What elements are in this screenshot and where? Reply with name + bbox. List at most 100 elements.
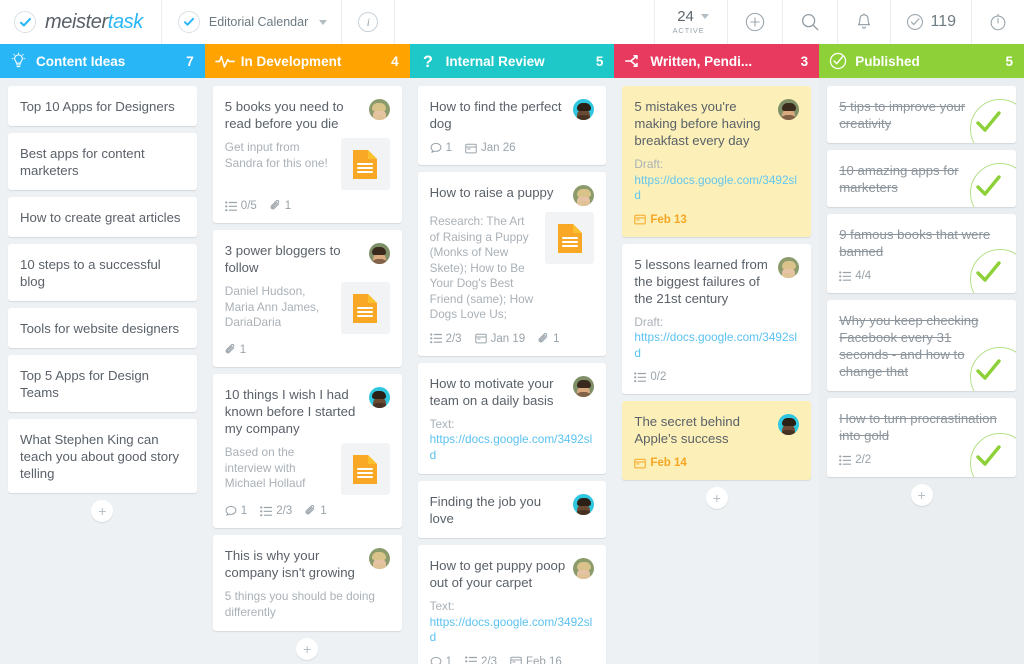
card-badge-text: Jan 26 [481, 142, 516, 154]
project-selector[interactable]: Editorial Calendar [162, 0, 343, 44]
card-title: Finding the job you love [429, 494, 542, 526]
column-header-content-ideas[interactable]: Content Ideas 7 [0, 44, 205, 78]
card-title: Best apps for content marketers [20, 146, 145, 178]
app-logo[interactable]: meistertask [0, 0, 162, 44]
task-card[interactable]: Why you keep checking Facebook every 31 … [827, 300, 1016, 391]
branch-icon [625, 55, 639, 67]
card-description-link[interactable]: https://docs.google.com/3492sld [430, 615, 595, 646]
avatar[interactable] [573, 99, 595, 120]
active-chevron-down-icon[interactable] [700, 14, 709, 20]
checklist-icon [260, 505, 273, 516]
task-card[interactable]: How to create great articles [8, 197, 197, 237]
board-column: Published 5 5 tips to improve your creativ… [819, 44, 1024, 664]
check-circle-icon [906, 13, 924, 31]
attachment-thumbnail[interactable] [340, 138, 390, 190]
avatar[interactable] [573, 558, 595, 579]
card-badge-attachment: 1 [270, 200, 291, 212]
attachment-thumbnail[interactable] [545, 212, 595, 264]
avatar[interactable] [778, 414, 800, 435]
card-description: Research: The Art of Raising a Puppy (Mo… [429, 214, 534, 321]
time-tracking-button[interactable] [972, 0, 1024, 44]
task-card[interactable]: 5 mistakes you're making before having b… [622, 86, 812, 237]
task-card[interactable]: How to get puppy poop out of your carpet… [417, 545, 607, 664]
add-card-button[interactable]: + [910, 484, 933, 506]
task-card[interactable]: 10 things I wish I had known before I st… [212, 374, 402, 528]
card-description-link[interactable]: https://docs.google.com/3492sld [430, 432, 595, 463]
card-title: How to find the perfect dog [429, 99, 562, 131]
chevron-down-icon[interactable] [319, 19, 328, 25]
avatar[interactable] [368, 387, 390, 408]
avatar[interactable] [368, 99, 390, 120]
task-card[interactable]: How to find the perfect dog 1 Jan 26 [417, 86, 607, 165]
card-badge-attachment: 1 [305, 505, 327, 517]
card-badge-text: 4/4 [855, 270, 872, 282]
column-header-internal-review[interactable]: ? Internal Review 5 [409, 44, 615, 78]
attachment-icon [305, 505, 315, 515]
board-column: Written, Pendi... 3 5 mistakes you're maki… [614, 44, 820, 664]
task-card[interactable]: 5 books you need to read before you die G… [212, 86, 402, 223]
card-badge-text: 0/2 [650, 371, 667, 383]
attachment-thumbnail[interactable] [340, 443, 390, 495]
task-card[interactable]: This is why your company isn't growing 5 … [212, 535, 402, 631]
task-card[interactable]: The secret behind Apple's success Feb 14 [622, 401, 812, 480]
card-title: How to create great articles [20, 210, 181, 225]
column-card-list: How to find the perfect dog 1 Jan 26 How t… [409, 78, 615, 664]
task-card[interactable]: 5 lessons learned from the biggest failu… [622, 243, 812, 394]
card-title: How to get puppy poop out of your carpet [429, 558, 566, 590]
column-header-written-pendi[interactable]: Written, Pendi... 3 [614, 44, 820, 78]
avatar[interactable] [778, 99, 800, 120]
card-badge-text: 1 [284, 200, 292, 212]
task-card[interactable]: What Stephen King can teach you about go… [8, 419, 197, 493]
active-label: ACTIVE [672, 26, 705, 36]
column-header-in-development[interactable]: In Development 4 [204, 44, 410, 78]
avatar[interactable] [368, 548, 390, 569]
task-card[interactable]: Tools for website designers [8, 308, 197, 348]
brand-part1: meister [45, 10, 108, 33]
add-card-button[interactable]: + [296, 638, 319, 660]
card-badge-comment: 1 [225, 505, 247, 517]
task-card[interactable]: 3 power bloggers to follow Daniel Hudson,… [212, 230, 402, 367]
avatar[interactable] [368, 243, 390, 264]
comment-icon [430, 656, 441, 664]
done-check-icon [976, 359, 1001, 380]
card-title: This is why your company isn't growing [224, 548, 355, 580]
comment-icon [430, 142, 441, 153]
active-tasks-indicator[interactable]: 24 ACTIVE [655, 0, 729, 44]
task-card[interactable]: 5 tips to improve your creativity [827, 86, 1016, 143]
logo-check-icon [14, 11, 36, 33]
timer-icon [989, 12, 1007, 32]
add-button[interactable] [728, 0, 784, 44]
task-card[interactable]: How to motivate your team on a daily bas… [417, 362, 607, 474]
task-card[interactable]: 10 steps to a successful blog [8, 244, 197, 301]
search-button[interactable] [783, 0, 839, 44]
checklist-icon [465, 656, 477, 663]
card-description: Based on the interview with Michael Holl… [224, 445, 306, 490]
avatar[interactable] [778, 256, 800, 278]
card-description-link[interactable]: https://docs.google.com/3492sld [634, 330, 799, 361]
task-card[interactable]: How to raise a puppy Research: The Art of… [417, 172, 607, 356]
question-mark-icon: ? [420, 52, 442, 70]
task-card[interactable]: 10 amazing apps for marketers [827, 150, 1016, 207]
card-badge-checklist: 2/3 [465, 656, 497, 664]
completed-tasks-indicator[interactable]: 119 [891, 0, 972, 44]
card-description-link[interactable]: https://docs.google.com/3492sld [634, 173, 799, 204]
task-card[interactable]: 9 famous books that were banned 4/4 [827, 214, 1016, 293]
attachment-icon [270, 200, 280, 210]
avatar[interactable] [573, 494, 595, 515]
task-card[interactable]: How to turn procrastination into gold 2/… [827, 398, 1016, 477]
task-card[interactable]: Best apps for content marketers [8, 133, 197, 190]
add-card-button[interactable]: + [91, 500, 114, 522]
column-header-published[interactable]: Published 5 [819, 44, 1024, 78]
avatar[interactable] [573, 185, 595, 206]
notifications-button[interactable] [838, 0, 892, 44]
avatar[interactable] [573, 375, 595, 397]
task-card[interactable]: Finding the job you love [417, 481, 607, 538]
task-card[interactable]: Top 5 Apps for Design Teams [8, 355, 197, 412]
card-badge-text: Feb 14 [650, 457, 687, 469]
task-card[interactable]: Top 10 Apps for Designers [8, 86, 197, 126]
checklist-icon [634, 371, 647, 382]
card-description: Daniel Hudson, Maria Ann James, DariaDar… [224, 284, 320, 329]
project-info-button[interactable]: i [342, 0, 396, 44]
attachment-thumbnail[interactable] [340, 282, 390, 334]
add-card-button[interactable]: + [705, 487, 728, 509]
